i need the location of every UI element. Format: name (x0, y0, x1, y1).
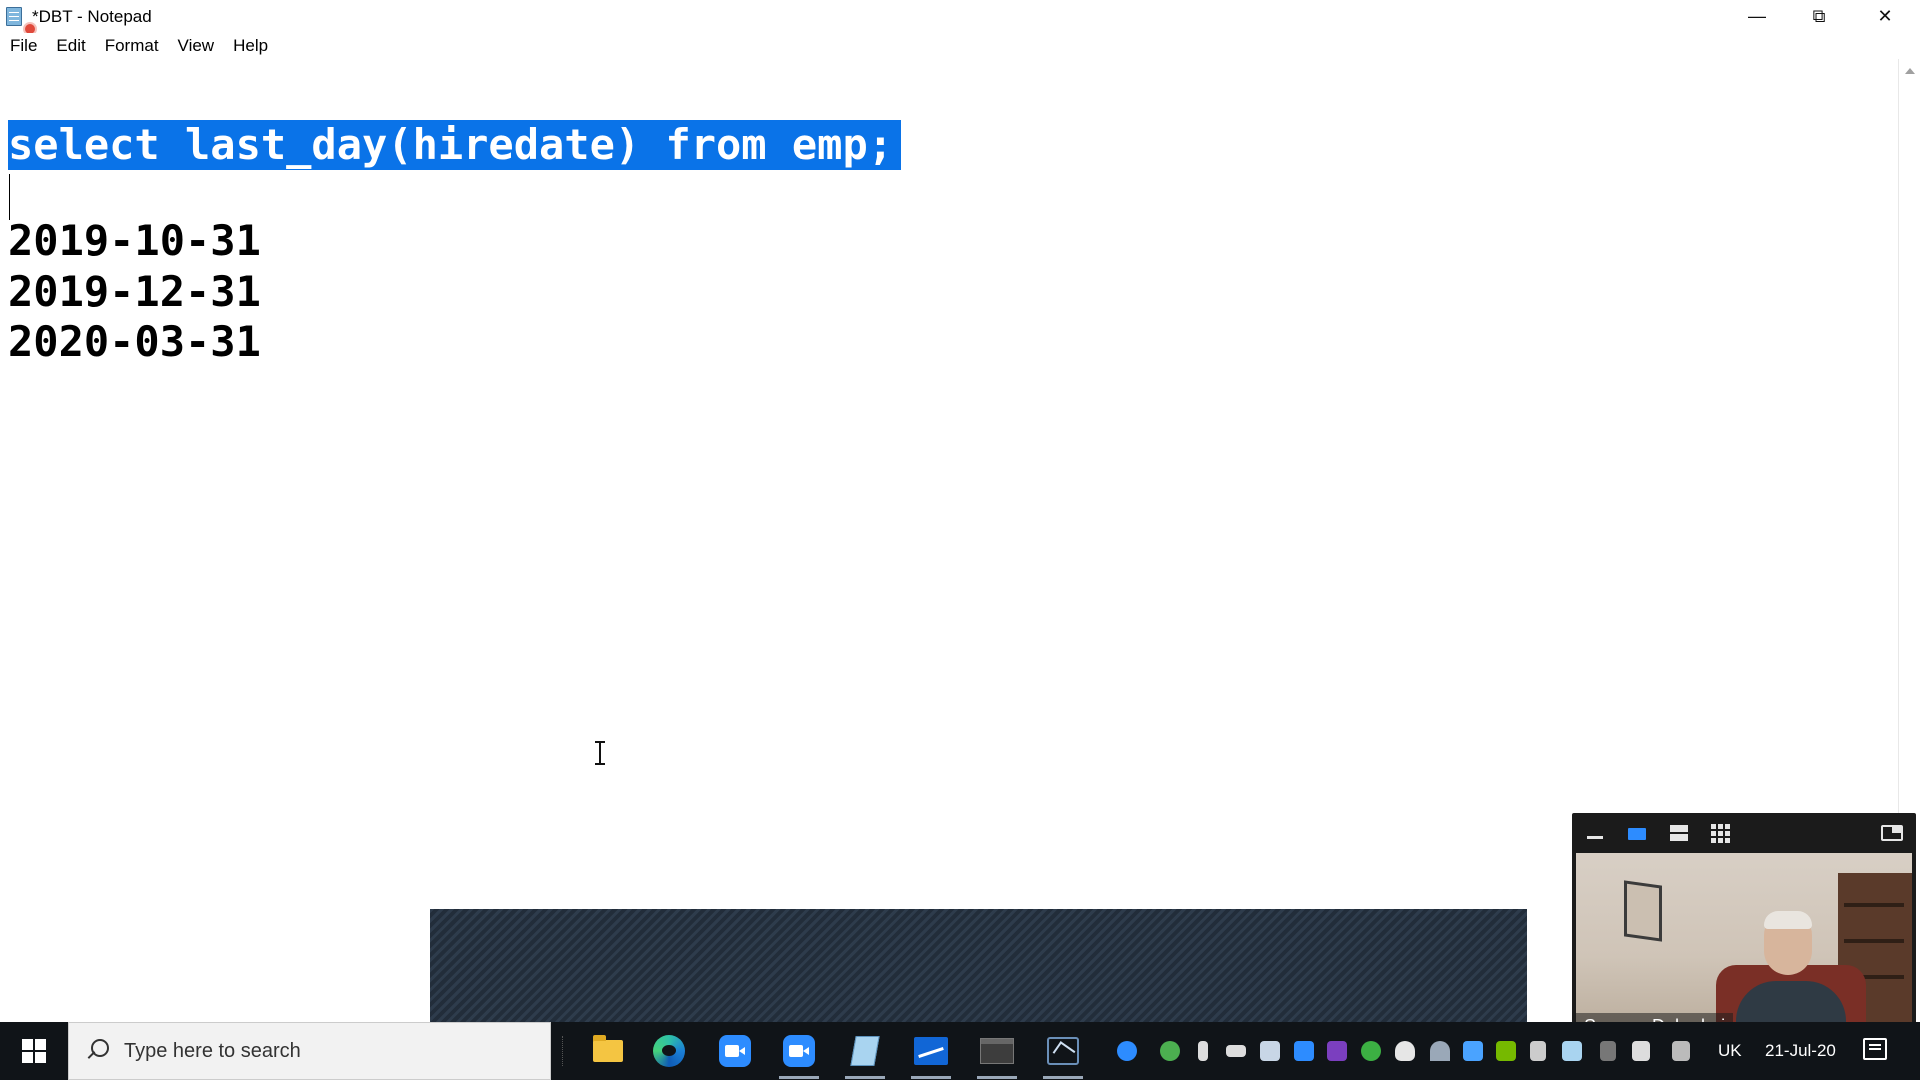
shield-tray-icon[interactable] (1395, 1041, 1415, 1061)
taskbar: Type here to search UK 21-Jul-20 (0, 1022, 1920, 1080)
zoom-app-icon[interactable] (715, 1031, 755, 1071)
clock-date[interactable]: 21-Jul-20 (1765, 1041, 1836, 1061)
menu-view[interactable]: View (178, 36, 224, 56)
taskbar-search-input[interactable]: Type here to search (68, 1022, 551, 1080)
result-line[interactable]: 2019-12-31 (8, 267, 261, 317)
video-panel[interactable]: Sameer Dehadrai (1572, 813, 1916, 1042)
start-button[interactable] (0, 1022, 68, 1080)
taskbar-separator (562, 1036, 564, 1066)
chart-app-icon[interactable] (911, 1031, 951, 1079)
close-icon: ✕ (1877, 6, 1893, 26)
screen-share-overlay (430, 909, 1527, 1022)
notepad-app-icon[interactable] (6, 5, 37, 36)
minimize-button[interactable]: — (1726, 0, 1788, 33)
search-icon (85, 1039, 109, 1065)
minimize-video-icon[interactable] (1584, 823, 1606, 843)
notepad-taskbar-icon[interactable] (845, 1031, 885, 1079)
menu-help[interactable]: Help (233, 36, 277, 56)
security-tray-icon[interactable] (1160, 1041, 1180, 1061)
restore-icon: ⧉ (1812, 6, 1826, 26)
keyboard-tray-icon[interactable] (1600, 1041, 1616, 1061)
title-bar[interactable]: *DBT - Notepad — ⧉ ✕ (0, 0, 1920, 36)
help-tray-icon[interactable] (1117, 1041, 1137, 1061)
search-placeholder: Type here to search (124, 1040, 301, 1062)
mysql-workbench-icon[interactable] (1043, 1031, 1083, 1079)
result-line[interactable]: 2020-03-31 (8, 317, 261, 367)
language-indicator[interactable]: UK (1718, 1041, 1742, 1061)
steam-tray-icon[interactable] (1260, 1041, 1280, 1061)
window-title: *DBT - Notepad (32, 7, 152, 26)
result-line[interactable]: 2019-10-31 (8, 216, 261, 266)
bluetooth-tray-icon[interactable] (1463, 1041, 1483, 1061)
windows-logo-icon (22, 1039, 33, 1050)
update-tray-icon[interactable] (1361, 1041, 1381, 1061)
wall-picture (1624, 880, 1662, 942)
menu-edit[interactable]: Edit (56, 36, 94, 56)
menu-bar: File Edit Format View Help (0, 33, 1920, 59)
ibeam-cursor-icon (593, 741, 607, 765)
close-button[interactable]: ✕ (1854, 0, 1916, 33)
windows-logo-icon (22, 1052, 33, 1063)
sql-shell-icon[interactable] (977, 1031, 1017, 1079)
edge-browser-icon[interactable] (649, 1031, 689, 1071)
microphone-tray-icon[interactable] (1198, 1041, 1208, 1061)
zoom-meeting-icon[interactable] (779, 1031, 819, 1079)
speaker-view-icon[interactable] (1626, 823, 1648, 843)
pen-tray-icon[interactable] (1672, 1041, 1690, 1061)
minimize-icon: — (1748, 6, 1766, 26)
file-explorer-icon[interactable] (588, 1031, 628, 1071)
text-caret (9, 174, 10, 220)
notepad-tray-icon[interactable] (1562, 1041, 1582, 1061)
video-toolbar (1572, 813, 1916, 853)
wifi-tray-icon[interactable] (1430, 1041, 1450, 1061)
scroll-up-arrow-icon[interactable] (1905, 68, 1915, 74)
restore-button[interactable]: ⧉ (1788, 0, 1850, 33)
person-hair (1764, 911, 1812, 929)
battery-tray-icon[interactable] (1226, 1045, 1246, 1057)
desktop-screen: *DBT - Notepad — ⧉ ✕ File Edit Format Vi… (0, 0, 1920, 1080)
volume-tray-icon[interactable] (1632, 1041, 1650, 1061)
device-tray-icon[interactable] (1530, 1041, 1546, 1061)
menu-format[interactable]: Format (105, 36, 168, 56)
nvidia-tray-icon[interactable] (1496, 1041, 1516, 1061)
notification-center-icon[interactable] (1863, 1038, 1887, 1060)
notepad-icon (6, 7, 22, 26)
windows-logo-icon (35, 1039, 46, 1050)
selected-sql-line[interactable]: select last_day(hiredate) from emp; (8, 120, 902, 170)
exit-fullscreen-icon[interactable] (1880, 823, 1903, 843)
gallery-view-icon[interactable] (1710, 823, 1732, 843)
windows-logo-icon (35, 1052, 46, 1063)
onenote-tray-icon[interactable] (1327, 1041, 1347, 1061)
menu-file[interactable]: File (10, 36, 46, 56)
strip-view-icon[interactable] (1668, 823, 1690, 843)
zoom-tray-icon[interactable] (1294, 1041, 1314, 1061)
